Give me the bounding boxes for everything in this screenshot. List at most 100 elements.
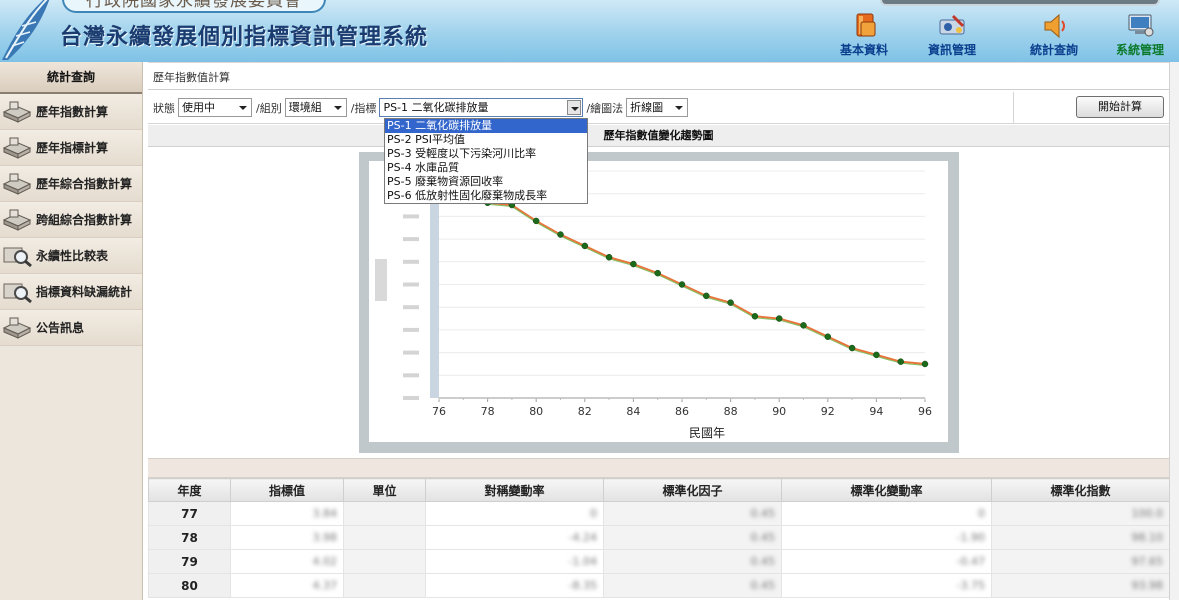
blurred-value: 4.02 bbox=[312, 555, 338, 568]
indicator-option-2[interactable]: PS-2 PSI平均值 bbox=[385, 133, 587, 147]
chart-method-select[interactable]: 折線圖 bbox=[626, 98, 689, 117]
indicator-option-6[interactable]: PS-6 低放射性固化廢棄物成長率 bbox=[385, 189, 587, 203]
status-select-value: 使用中 bbox=[182, 101, 215, 114]
breadcrumb: 歷年指數值計算 bbox=[148, 62, 1169, 90]
y-tick-label-blurred bbox=[403, 396, 419, 400]
y-tick-label-blurred bbox=[403, 214, 419, 219]
year-cell: 80 bbox=[148, 573, 231, 598]
value-cell: -3.75 bbox=[781, 573, 992, 598]
start-calculation-button[interactable]: 開始計算 bbox=[1076, 96, 1164, 118]
x-tick-label: 88 bbox=[724, 405, 738, 418]
chevron-down-icon bbox=[672, 100, 686, 115]
blurred-value: -8.35 bbox=[568, 579, 597, 592]
data-point bbox=[824, 333, 832, 340]
column-header-4[interactable]: 對稱變動率 bbox=[425, 478, 604, 502]
sidebar-item-5[interactable]: 永續性比較表 bbox=[0, 238, 142, 274]
indicator-option-5[interactable]: PS-5 廢棄物資源回收率 bbox=[385, 175, 587, 189]
sidebar-item-2[interactable]: 歷年指標計算 bbox=[0, 130, 142, 166]
system-title: 台灣永續發展個別指標資訊管理系統 bbox=[60, 25, 429, 50]
data-point bbox=[873, 351, 880, 359]
data-point bbox=[921, 360, 929, 368]
sidebar-item-3[interactable]: 歷年綜合指數計算 bbox=[0, 166, 142, 202]
indicator-option-3[interactable]: PS-3 受輕度以下污染河川比率 bbox=[385, 147, 587, 161]
blurred-value: -1.90 bbox=[956, 531, 985, 544]
value-cell: 3.84 bbox=[230, 501, 344, 526]
x-tick-label: 80 bbox=[529, 405, 543, 418]
status-select[interactable]: 使用中 bbox=[178, 98, 252, 117]
blurred-value: -0.47 bbox=[956, 555, 985, 568]
value-cell bbox=[343, 573, 426, 598]
blurred-value: 100.0 bbox=[1131, 507, 1164, 520]
sidebar-item-6[interactable]: 指標資料缺漏統計 bbox=[0, 274, 142, 310]
sidebar-item-label: 歷年綜合指數計算 bbox=[36, 177, 133, 191]
book-icon bbox=[856, 13, 876, 37]
indicator-select[interactable]: PS-1 二氧化碳排放量 bbox=[379, 98, 584, 117]
top-bar-decoration bbox=[880, 0, 1160, 6]
y-tick-label-blurred bbox=[403, 350, 419, 355]
y-tick-label-blurred bbox=[403, 373, 419, 378]
value-cell: 4.37 bbox=[230, 573, 344, 598]
sidebar-item-7[interactable]: 公告訊息 bbox=[0, 310, 142, 346]
column-header-5[interactable]: 標準化因子 bbox=[603, 478, 782, 502]
magnifier-icon bbox=[3, 283, 32, 303]
sidebar-item-4[interactable]: 跨組綜合指數計算 bbox=[0, 202, 142, 238]
column-header-7[interactable]: 標準化指數 bbox=[991, 478, 1170, 502]
page-scrollbar[interactable] bbox=[1169, 62, 1179, 600]
value-cell: 97.65 bbox=[991, 549, 1170, 574]
blocks-icon bbox=[2, 137, 32, 159]
blurred-value: 0 bbox=[590, 507, 597, 520]
x-tick-label: 90 bbox=[772, 405, 786, 418]
nav-statistics-query[interactable]: 統計查詢 bbox=[1030, 12, 1078, 58]
column-header-6[interactable]: 標準化變動率 bbox=[781, 478, 992, 502]
x-tick-label: 78 bbox=[481, 405, 495, 418]
x-tick-label: 84 bbox=[626, 405, 640, 418]
data-point bbox=[532, 217, 540, 225]
column-header-3[interactable]: 單位 bbox=[343, 478, 426, 502]
data-point bbox=[727, 299, 734, 306]
column-header-1[interactable]: 年度 bbox=[148, 478, 231, 502]
y-tick-label-blurred bbox=[403, 282, 419, 287]
data-point bbox=[848, 344, 856, 352]
chevron-down-icon bbox=[331, 100, 345, 115]
status-label: 狀態 bbox=[153, 101, 175, 115]
table-row: 78 3.98 -4.24 0.45 -1.90 98.10 bbox=[148, 525, 1170, 550]
blurred-value: -4.24 bbox=[568, 531, 597, 544]
y-axis-band bbox=[430, 171, 439, 398]
data-point bbox=[897, 358, 904, 365]
value-cell: -8.35 bbox=[425, 573, 604, 598]
indicator-label: /指標 bbox=[350, 101, 377, 115]
x-tick-label: 92 bbox=[821, 405, 835, 418]
feather-logo-icon bbox=[2, 0, 50, 60]
value-cell: -4.24 bbox=[425, 525, 604, 550]
value-cell: 0.45 bbox=[603, 549, 782, 574]
column-header-2[interactable]: 指標值 bbox=[230, 478, 344, 502]
speaker-icon bbox=[1044, 13, 1065, 39]
blurred-value: 0.45 bbox=[750, 507, 776, 520]
nav-basic-data[interactable]: 基本資料 bbox=[840, 12, 888, 58]
sidebar-item-label: 歷年指數計算 bbox=[36, 105, 109, 119]
indicator-option-4[interactable]: PS-4 水庫品質 bbox=[385, 161, 587, 175]
indicator-option-1[interactable]: PS-1 二氧化碳排放量 bbox=[385, 119, 587, 133]
sidebar-item-1[interactable]: 歷年指數計算 bbox=[0, 94, 142, 130]
group-select[interactable]: 環境組 bbox=[284, 98, 347, 117]
value-cell bbox=[343, 525, 426, 550]
table-row: 77 3.84 0 0.45 0 100.0 bbox=[148, 501, 1170, 526]
blocks-icon bbox=[2, 209, 32, 231]
indicator-dropdown-list: PS-1 二氧化碳排放量 PS-2 PSI平均值 PS-3 受輕度以下污染河川比率 P… bbox=[384, 118, 588, 204]
x-tick-label: 82 bbox=[578, 405, 592, 418]
value-cell bbox=[343, 501, 426, 526]
sidebar-item-label: 公告訊息 bbox=[36, 321, 85, 335]
value-cell: 4.02 bbox=[230, 549, 344, 574]
data-point bbox=[605, 254, 613, 261]
value-cell: 0 bbox=[425, 501, 604, 526]
blurred-value: 3.84 bbox=[312, 507, 338, 520]
value-cell: 98.10 bbox=[991, 525, 1170, 550]
blurred-value: 0.45 bbox=[750, 531, 776, 544]
group-select-value: 環境組 bbox=[288, 101, 322, 114]
nav-info-management[interactable]: 資訊管理 bbox=[928, 12, 976, 58]
nav-system-management[interactable]: 系統管理 bbox=[1116, 12, 1164, 58]
chevron-down-icon bbox=[236, 100, 250, 115]
data-point bbox=[678, 281, 686, 288]
sidebar: 統計查詢 歷年指數計算 歷年指標計算 歷年綜合指數計算 跨組綜合指數計算 永續性比較表指… bbox=[0, 62, 143, 600]
computer-icon bbox=[1128, 14, 1154, 37]
